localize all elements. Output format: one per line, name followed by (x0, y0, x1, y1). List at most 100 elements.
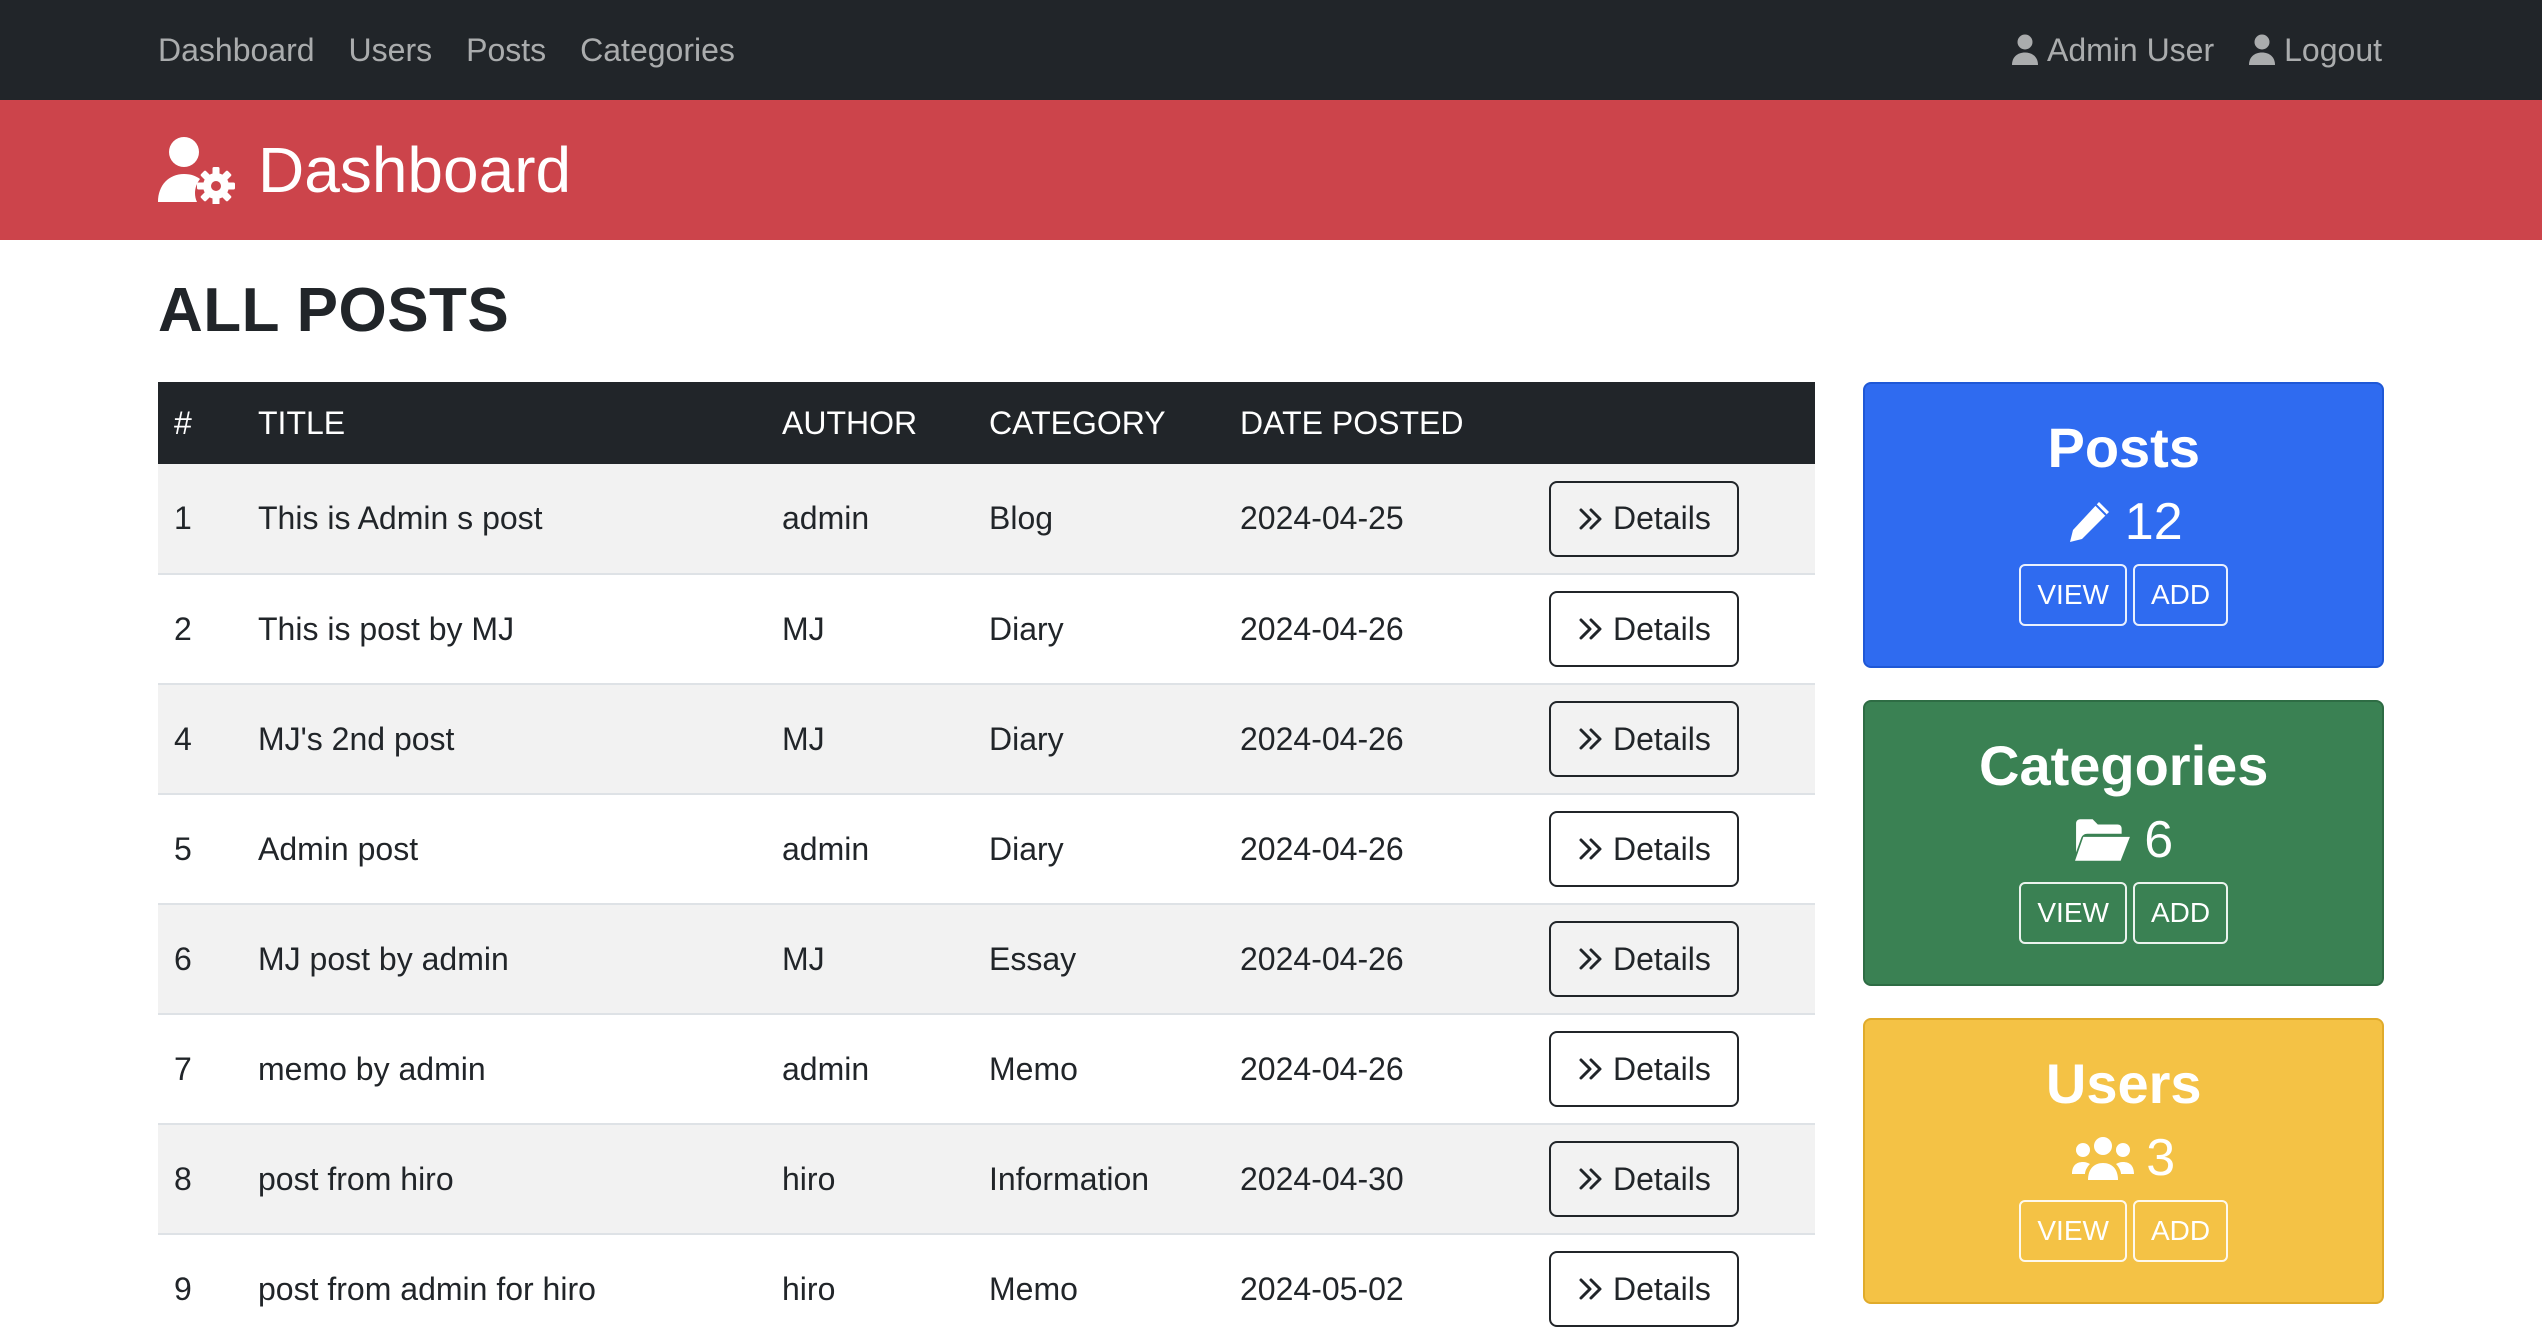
logout-label: Logout (2284, 31, 2382, 68)
table-row: 4 MJ's 2nd post MJ Diary 2024-04-26 Details (158, 684, 1816, 794)
details-label: Details (1613, 720, 1711, 757)
details-label: Details (1613, 1050, 1711, 1087)
cell-title: MJ's 2nd post (258, 720, 455, 757)
cell-category: Diary (989, 830, 1064, 867)
nav-dashboard-link[interactable]: Dashboard (158, 32, 315, 69)
double-chevron-right-icon (1579, 948, 1602, 970)
user-gear-icon (158, 137, 235, 204)
details-button[interactable]: Details (1549, 701, 1739, 777)
header-date-posted: DATE POSTED (1240, 404, 1464, 441)
folder-open-icon (2075, 819, 2131, 861)
cell-date-posted: 2024-04-26 (1240, 940, 1404, 977)
cell-number: 6 (174, 940, 192, 977)
nav-user-area: Admin User Logout (1977, 32, 2382, 69)
details-button[interactable]: Details (1549, 1141, 1739, 1217)
header-title: TITLE (258, 404, 346, 441)
details-button[interactable]: Details (1549, 591, 1739, 667)
details-button[interactable]: Details (1549, 921, 1739, 997)
cell-title: memo by admin (258, 1050, 486, 1087)
users-card-title: Users (2045, 1052, 2202, 1115)
nav-links: Dashboard Users Posts Categories (158, 32, 769, 69)
cell-actions: Details (1549, 464, 1815, 574)
cell-number: 8 (174, 1160, 192, 1197)
admin-user-label: Admin User (2046, 31, 2215, 68)
posts-card: Posts 12 VIEW ADD (1863, 382, 2384, 668)
section-title: ALL POSTS (158, 276, 510, 345)
table-body: 1 This is Admin s post admin Blog 2024-04-25… (158, 464, 1816, 1338)
double-chevron-right-icon (1579, 1058, 1602, 1080)
cell-date-posted: 2024-04-25 (1240, 500, 1404, 536)
content-area: # TITLE AUTHOR CATEGORY DATE POSTED 1 Thi… (158, 382, 2384, 1338)
users-card: Users 3 VIEW ADD (1863, 1018, 2384, 1304)
cell-number: 9 (174, 1270, 192, 1307)
users-count: 3 (2146, 1129, 2176, 1187)
cell-category: Memo (989, 1270, 1078, 1307)
cell-actions: Details (1549, 1124, 1815, 1234)
header-actions (1549, 382, 1815, 464)
table-row: 2 This is post by MJ MJ Diary 2024-04-26 Deta… (158, 574, 1816, 684)
cell-category: Essay (989, 940, 1077, 977)
users-add-button[interactable]: ADD (2132, 1200, 2229, 1262)
cell-date-posted: 2024-04-26 (1240, 830, 1404, 867)
table-header-row: # TITLE AUTHOR CATEGORY DATE POSTED (158, 382, 1816, 464)
cell-author: MJ (782, 610, 825, 647)
cell-title: post from admin for hiro (258, 1270, 596, 1307)
top-navbar: Dashboard Users Posts Categories Admin U… (0, 0, 2542, 100)
cell-number: 1 (174, 500, 192, 536)
pencil-icon (2069, 502, 2109, 542)
table-row: 7 memo by admin admin Memo 2024-04-26 Details (158, 1014, 1816, 1124)
nav-posts-link[interactable]: Posts (466, 32, 546, 69)
users-view-button[interactable]: VIEW (2019, 1200, 2127, 1262)
cell-date-posted: 2024-05-02 (1240, 1270, 1404, 1307)
user-icon (2249, 34, 2276, 65)
cell-number: 2 (174, 610, 192, 647)
details-label: Details (1613, 830, 1711, 867)
details-button[interactable]: Details (1549, 1031, 1739, 1107)
cell-actions: Details (1549, 1234, 1815, 1338)
categories-view-button[interactable]: VIEW (2019, 882, 2127, 944)
cell-actions: Details (1549, 574, 1815, 684)
double-chevron-right-icon (1579, 508, 1602, 529)
double-chevron-right-icon (1579, 618, 1602, 640)
cell-title: This is Admin s post (258, 500, 543, 536)
details-label: Details (1613, 1270, 1711, 1307)
logout-link[interactable]: Logout (2248, 32, 2382, 69)
categories-add-button[interactable]: ADD (2132, 882, 2229, 944)
posts-add-button[interactable]: ADD (2132, 564, 2229, 626)
cell-title: MJ post by admin (258, 940, 509, 977)
cell-category: Diary (989, 720, 1064, 757)
users-count-row: 3 (1865, 1126, 2382, 1190)
posts-count-row: 12 (1865, 490, 2382, 554)
categories-card-actions: VIEW ADD (1865, 882, 2382, 944)
cell-category: Blog (989, 500, 1054, 536)
table-row: 8 post from hiro hiro Information 2024-04-30… (158, 1124, 1816, 1234)
posts-card-title: Posts (2047, 416, 2200, 479)
cell-category: Information (989, 1160, 1150, 1197)
table-row: 9 post from admin for hiro hiro Memo 2024-05… (158, 1234, 1815, 1338)
cell-category: Memo (989, 1050, 1078, 1087)
double-chevron-right-icon (1579, 1278, 1602, 1300)
categories-count-row: 6 (1865, 808, 2382, 872)
details-button[interactable]: Details (1549, 811, 1739, 887)
cell-title: This is post by MJ (258, 610, 515, 647)
details-button[interactable]: Details (1549, 480, 1739, 557)
cell-date-posted: 2024-04-26 (1240, 1050, 1404, 1087)
double-chevron-right-icon (1579, 838, 1602, 860)
details-button[interactable]: Details (1549, 1251, 1739, 1327)
cell-title: post from hiro (258, 1160, 454, 1197)
posts-table: # TITLE AUTHOR CATEGORY DATE POSTED 1 Thi… (158, 382, 1816, 1338)
cell-author: admin (782, 830, 870, 867)
posts-view-button[interactable]: VIEW (2019, 564, 2127, 626)
table-row: 6 MJ post by admin MJ Essay 2024-04-26 Detail… (158, 904, 1816, 1014)
categories-card-title: Categories (1979, 734, 2269, 797)
posts-card-actions: VIEW ADD (1865, 564, 2382, 626)
cell-author: hiro (782, 1160, 836, 1197)
header-author: AUTHOR (782, 404, 918, 441)
nav-users-link[interactable]: Users (349, 32, 433, 69)
nav-categories-link[interactable]: Categories (580, 32, 735, 69)
cell-number: 4 (174, 720, 192, 757)
admin-user-link[interactable]: Admin User (2011, 32, 2214, 69)
cell-actions: Details (1549, 904, 1815, 1014)
cell-author: MJ (782, 720, 825, 757)
cell-date-posted: 2024-04-30 (1240, 1160, 1404, 1197)
